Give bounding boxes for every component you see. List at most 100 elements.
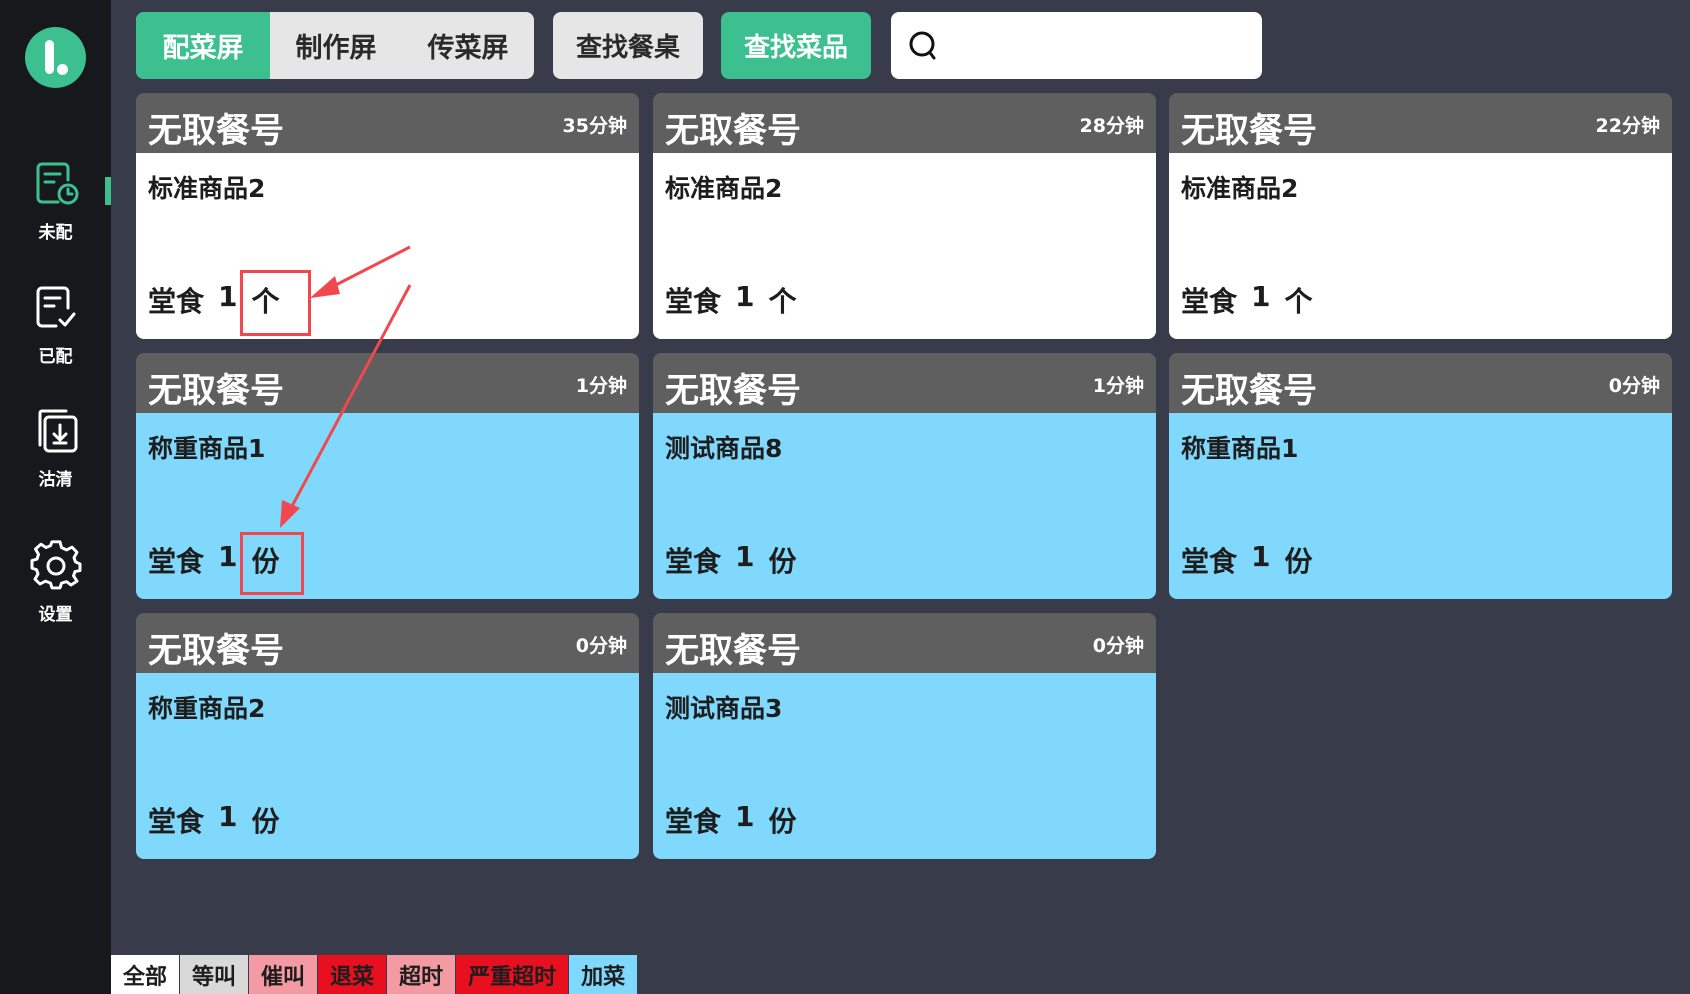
filter-all[interactable]: 全部 (111, 955, 181, 994)
highlight-box-unit-fen (240, 532, 304, 595)
order-card[interactable]: 无取餐号 1分钟 称重商品1 堂食 1 份 (136, 353, 639, 599)
order-card[interactable]: 无取餐号 0分钟 称重商品2 堂食 1 份 (136, 613, 639, 859)
item-unit: 个 (1284, 285, 1313, 318)
sidebar-item-sold-out[interactable]: 沽清 (0, 397, 111, 507)
elapsed-time: 0分钟 (1608, 375, 1660, 397)
find-table-button[interactable]: 查找餐桌 (553, 12, 703, 79)
filter-urged[interactable]: 催叫 (249, 955, 319, 994)
card-body: 标准商品2 堂食 1 个 (136, 153, 639, 339)
pending-order-icon (30, 158, 82, 210)
filter-waiting[interactable]: 等叫 (180, 955, 250, 994)
item-name: 测试商品8 (665, 434, 783, 463)
item-count: 1 (1251, 540, 1271, 573)
order-card[interactable]: 无取餐号 28分钟 标准商品2 堂食 1 个 (653, 93, 1156, 339)
elapsed-time: 1分钟 (1092, 375, 1144, 397)
order-number: 无取餐号 (148, 371, 284, 411)
sidebar-item-label: 沽清 (38, 470, 73, 490)
sidebar: 未配 已配 沽清 设置 (0, 0, 111, 994)
card-header: 无取餐号 0分钟 (136, 613, 639, 673)
item-unit: 份 (1284, 545, 1313, 578)
order-number: 无取餐号 (665, 631, 801, 671)
tab-serve-screen[interactable]: 传菜屏 (402, 12, 534, 79)
order-card[interactable]: 无取餐号 35分钟 标准商品2 堂食 1 个 (136, 93, 639, 339)
order-card[interactable]: 无取餐号 0分钟 称重商品1 堂食 1 份 (1169, 353, 1672, 599)
item-count: 1 (1251, 280, 1271, 313)
card-header: 无取餐号 0分钟 (1169, 353, 1672, 413)
item-count: 1 (218, 540, 238, 573)
item-count: 1 (218, 800, 238, 833)
search-icon (909, 31, 936, 59)
item-quantity: 堂食 1 个 (665, 280, 797, 320)
card-body: 称重商品2 堂食 1 份 (136, 673, 639, 859)
item-name: 标准商品2 (148, 174, 266, 203)
dine-type: 堂食 (148, 545, 205, 578)
sold-out-icon (30, 405, 82, 457)
filter-added[interactable]: 加菜 (569, 955, 639, 994)
highlight-box-unit-ge (240, 270, 311, 336)
card-body: 测试商品3 堂食 1 份 (653, 673, 1156, 859)
item-unit: 份 (251, 805, 280, 838)
item-count: 1 (218, 280, 238, 313)
order-card[interactable]: 无取餐号 1分钟 测试商品8 堂食 1 份 (653, 353, 1156, 599)
dine-type: 堂食 (1181, 545, 1238, 578)
item-name: 标准商品2 (665, 174, 783, 203)
card-header: 无取餐号 0分钟 (653, 613, 1156, 673)
item-name: 称重商品2 (148, 694, 266, 723)
elapsed-time: 28分钟 (1079, 115, 1144, 137)
sidebar-item-pending[interactable]: 未配 (0, 150, 111, 260)
item-name: 称重商品1 (1181, 434, 1299, 463)
card-header: 无取餐号 1分钟 (653, 353, 1156, 413)
card-header: 无取餐号 22分钟 (1169, 93, 1672, 153)
active-indicator (105, 177, 111, 205)
order-card[interactable]: 无取餐号 22分钟 标准商品2 堂食 1 个 (1169, 93, 1672, 339)
search-input[interactable] (951, 20, 1250, 71)
dine-type: 堂食 (148, 805, 205, 838)
sidebar-item-label: 已配 (38, 347, 73, 367)
dine-type: 堂食 (148, 285, 205, 318)
done-order-icon (30, 282, 82, 334)
item-unit: 份 (768, 545, 797, 578)
item-quantity: 堂食 1 份 (665, 540, 797, 580)
card-header: 无取餐号 28分钟 (653, 93, 1156, 153)
order-number: 无取餐号 (148, 631, 284, 671)
app-logo (25, 27, 86, 88)
tab-cook-screen[interactable]: 制作屏 (270, 12, 402, 79)
card-body: 标准商品2 堂食 1 个 (1169, 153, 1672, 339)
find-dish-button[interactable]: 查找菜品 (721, 12, 871, 79)
sidebar-item-label: 设置 (38, 605, 73, 625)
order-number: 无取餐号 (665, 111, 801, 151)
item-unit: 个 (768, 285, 797, 318)
sidebar-item-label: 未配 (38, 223, 73, 243)
filter-severe-overtime[interactable]: 严重超时 (456, 955, 570, 994)
dine-type: 堂食 (1181, 285, 1238, 318)
screen-switcher: 配菜屏 制作屏 传菜屏 (136, 12, 534, 79)
item-quantity: 堂食 1 份 (148, 800, 280, 840)
order-number: 无取餐号 (148, 111, 284, 151)
order-card[interactable]: 无取餐号 0分钟 测试商品3 堂食 1 份 (653, 613, 1156, 859)
sidebar-item-settings[interactable]: 设置 (0, 532, 111, 642)
item-quantity: 堂食 1 份 (665, 800, 797, 840)
tab-prep-screen[interactable]: 配菜屏 (136, 12, 270, 79)
card-body: 测试商品8 堂食 1 份 (653, 413, 1156, 599)
item-unit: 份 (768, 805, 797, 838)
card-header: 无取餐号 1分钟 (136, 353, 639, 413)
elapsed-time: 0分钟 (1092, 635, 1144, 657)
gear-icon (30, 540, 82, 592)
filter-returned[interactable]: 退菜 (318, 955, 388, 994)
sidebar-item-done[interactable]: 已配 (0, 274, 111, 384)
dine-type: 堂食 (665, 285, 722, 318)
card-body: 称重商品1 堂食 1 份 (136, 413, 639, 599)
item-count: 1 (735, 540, 755, 573)
item-name: 标准商品2 (1181, 174, 1299, 203)
elapsed-time: 35分钟 (562, 115, 627, 137)
card-body: 标准商品2 堂食 1 个 (653, 153, 1156, 339)
search-box (891, 12, 1262, 79)
order-number: 无取餐号 (1181, 371, 1317, 411)
elapsed-time: 0分钟 (575, 635, 627, 657)
card-header: 无取餐号 35分钟 (136, 93, 639, 153)
item-name: 称重商品1 (148, 434, 266, 463)
order-number: 无取餐号 (1181, 111, 1317, 151)
filter-overtime[interactable]: 超时 (387, 955, 457, 994)
card-body: 称重商品1 堂食 1 份 (1169, 413, 1672, 599)
order-number: 无取餐号 (665, 371, 801, 411)
